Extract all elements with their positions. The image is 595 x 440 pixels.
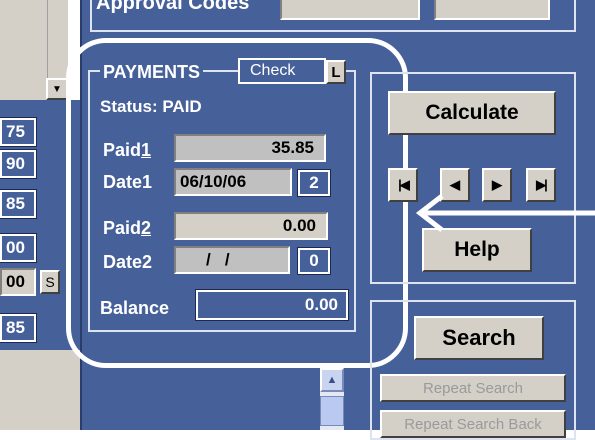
approval-codes-label: Approval Codes	[96, 0, 250, 14]
left-value-2: 90	[0, 149, 37, 179]
first-record-icon: |◀	[398, 177, 410, 192]
chevron-up-icon: ▲	[326, 374, 338, 386]
scroll-up-button[interactable]: ▲	[320, 368, 344, 392]
left-list-inner	[0, 0, 48, 100]
approval-code-field-2[interactable]	[434, 0, 550, 20]
left-value-1: 75	[0, 117, 37, 147]
left-value-5: 00	[0, 268, 36, 296]
s-button[interactable]: S	[40, 270, 60, 294]
approval-code-field-1[interactable]	[280, 0, 420, 20]
calculate-button[interactable]: Calculate	[388, 91, 556, 135]
search-button[interactable]: Search	[414, 316, 544, 360]
chevron-down-icon: ▼	[52, 83, 62, 95]
repeat-search-back-button[interactable]: Repeat Search Back	[380, 410, 566, 438]
highlight-outline	[66, 38, 408, 368]
pointer-arrow-icon	[415, 194, 595, 232]
scroll-thumb[interactable]	[320, 396, 344, 426]
left-value-4: 00	[0, 233, 37, 263]
dropdown-arrow-button[interactable]: ▼	[46, 78, 68, 100]
repeat-search-button[interactable]: Repeat Search	[380, 374, 566, 402]
left-value-3: 85	[0, 189, 37, 219]
left-value-6: 85	[0, 313, 37, 343]
